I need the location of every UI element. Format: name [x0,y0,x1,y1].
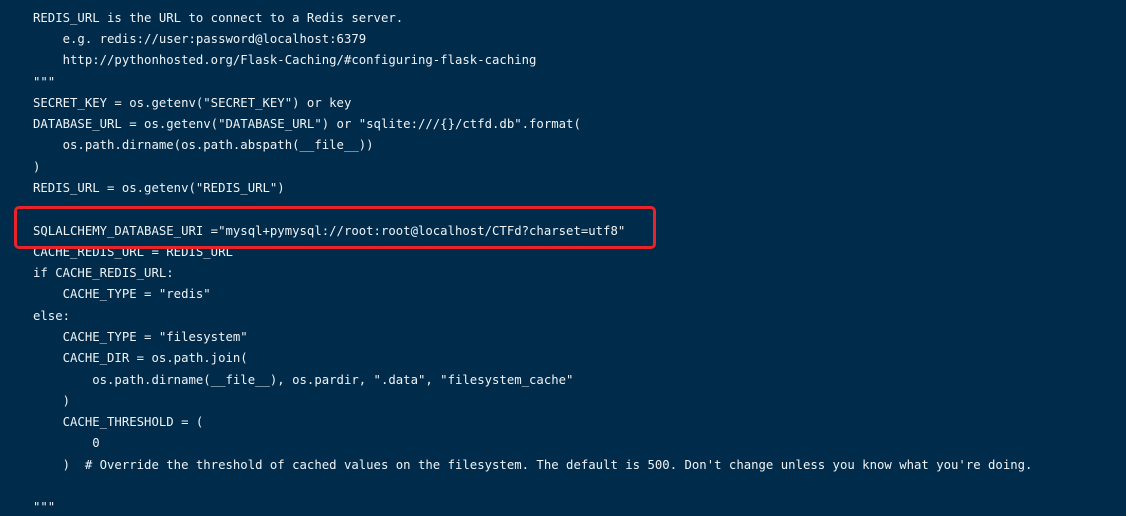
code-line: else: [33,309,71,323]
code-line: """ [33,500,56,514]
code-line: REDIS_URL = os.getenv("REDIS_URL") [33,181,285,195]
code-line: CACHE_DIR = os.path.join( [33,351,248,365]
code-line: http://pythonhosted.org/Flask-Caching/#c… [33,53,537,67]
code-line: 0 [33,436,100,450]
code-line: CACHE_TYPE = "redis" [33,287,211,301]
code-line: SECRET_KEY = os.getenv("SECRET_KEY") or … [33,96,352,110]
code-line: """ [33,75,56,89]
code-line: CACHE_THRESHOLD = ( [33,415,204,429]
code-line: e.g. redis://user:password@localhost:637… [33,32,367,46]
code-line: os.path.dirname(os.path.abspath(__file__… [33,138,374,152]
code-line: REDIS_URL is the URL to connect to a Red… [33,11,404,25]
code-line: if CACHE_REDIS_URL: [33,266,174,280]
code-line: DATABASE_URL = os.getenv("DATABASE_URL")… [33,117,581,131]
code-line: CACHE_TYPE = "filesystem" [33,330,248,344]
code-line: ) [33,394,71,408]
code-editor[interactable]: REDIS_URL is the URL to connect to a Red… [0,0,1126,516]
code-line: os.path.dirname(__file__), os.pardir, ".… [33,373,574,387]
red-highlight-box [14,206,656,249]
code-line: ) [33,160,41,174]
code-line: ) # Override the threshold of cached val… [33,458,1033,472]
